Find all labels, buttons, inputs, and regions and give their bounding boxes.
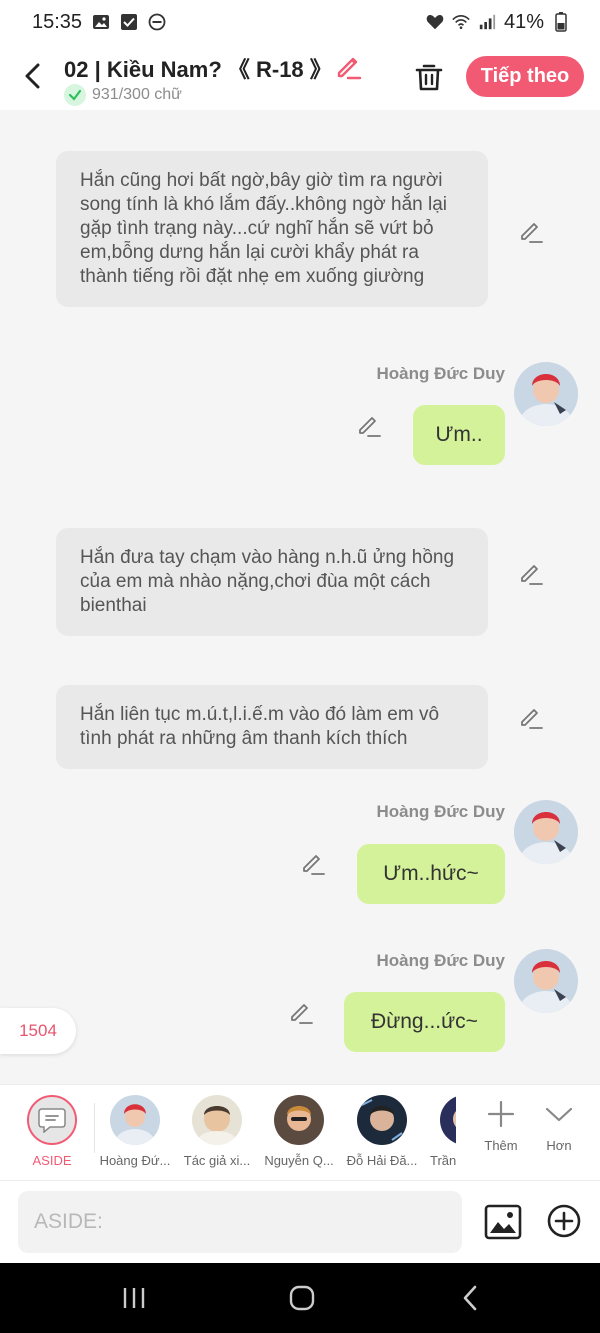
character-name: Nguyễn Q... bbox=[264, 1153, 334, 1168]
character-avatar bbox=[274, 1095, 324, 1145]
character-avatar bbox=[440, 1095, 456, 1145]
recent-apps-button[interactable] bbox=[114, 1283, 154, 1313]
input-bar bbox=[0, 1180, 600, 1263]
trash-icon bbox=[415, 64, 443, 91]
character-item[interactable]: Tác giả xi... bbox=[174, 1095, 260, 1168]
sender-name: Hoàng Đức Duy bbox=[376, 951, 506, 970]
narration-text: Hắn cũng hơi bất ngờ,bây giờ tìm ra ngườ… bbox=[80, 170, 448, 287]
character-item[interactable]: Hoàng Đứ... bbox=[92, 1095, 178, 1168]
delete-button[interactable] bbox=[412, 60, 446, 94]
dialogue-bubble[interactable]: Đừng...ức~ bbox=[344, 992, 505, 1052]
edit-pencil-icon[interactable] bbox=[356, 412, 382, 438]
page-title: 02 | Kiều Nam? 《 R-18 》 bbox=[64, 57, 332, 82]
edit-pencil-icon[interactable] bbox=[518, 704, 544, 730]
narration-text: Hắn đưa tay chạm vào hàng n.h.ũ ửng hồng… bbox=[80, 547, 455, 616]
wifi-icon bbox=[452, 13, 470, 31]
avatar[interactable] bbox=[514, 362, 578, 426]
status-bar: 15:35 41% bbox=[0, 0, 600, 44]
character-name: Đỗ Hải Đă... bbox=[346, 1153, 418, 1168]
battery-percent: 41% bbox=[503, 10, 544, 33]
system-back-button[interactable] bbox=[450, 1283, 490, 1313]
plus-icon bbox=[487, 1100, 515, 1128]
image-icon bbox=[484, 1204, 522, 1240]
edit-pencil-icon[interactable] bbox=[518, 560, 544, 586]
character-bar: ASIDE Hoàng Đứ... Tác giả xi... Nguyễn Q… bbox=[0, 1084, 600, 1180]
signal-icon bbox=[478, 13, 496, 31]
back-arrow-icon bbox=[463, 1285, 477, 1311]
back-button[interactable] bbox=[20, 60, 46, 92]
add-label: Thêm bbox=[484, 1138, 518, 1153]
chat-area[interactable]: Hắn cũng hơi bất ngờ,bây giờ tìm ra ngườ… bbox=[0, 110, 600, 1084]
next-button[interactable]: Tiếp theo bbox=[466, 56, 584, 97]
chat-bubble-icon bbox=[38, 1108, 66, 1133]
heart-icon bbox=[426, 13, 444, 31]
character-name: Hoàng Đứ... bbox=[99, 1153, 171, 1168]
aside-avatar bbox=[27, 1095, 77, 1145]
battery-icon bbox=[552, 12, 570, 32]
character-aside[interactable]: ASIDE bbox=[9, 1095, 95, 1168]
system-navigation-bar bbox=[0, 1263, 600, 1333]
chevron-left-icon bbox=[25, 63, 40, 89]
avatar[interactable] bbox=[514, 949, 578, 1013]
add-character-button[interactable]: Thêm bbox=[476, 1099, 526, 1153]
sender-name: Hoàng Đức Duy bbox=[376, 802, 506, 821]
word-count: 931/300 chữ bbox=[64, 84, 182, 106]
narration-message[interactable]: Hắn cũng hơi bất ngờ,bây giờ tìm ra ngườ… bbox=[56, 151, 488, 307]
character-item[interactable]: Trần bbox=[420, 1095, 456, 1168]
more-label: Hơn bbox=[546, 1138, 572, 1153]
dnd-icon bbox=[148, 13, 166, 31]
header: 02 | Kiều Nam? 《 R-18 》 931/300 chữ Tiếp… bbox=[0, 44, 600, 110]
word-count-text: 931/300 chữ bbox=[92, 86, 182, 103]
home-icon bbox=[289, 1285, 315, 1311]
home-button[interactable] bbox=[282, 1283, 322, 1313]
chevron-down-icon bbox=[545, 1107, 573, 1122]
more-button[interactable]: Hơn bbox=[534, 1099, 584, 1153]
word-counter-badge[interactable]: 1504 bbox=[0, 1008, 76, 1054]
edit-pencil-icon[interactable] bbox=[300, 850, 326, 876]
sender-name: Hoàng Đức Duy bbox=[376, 364, 506, 383]
character-item[interactable]: Đỗ Hải Đă... bbox=[339, 1095, 425, 1168]
character-avatar bbox=[357, 1095, 407, 1145]
narration-text: Hắn liên tục m.ú.t,l.i.ế.m vào đó làm em… bbox=[80, 704, 440, 749]
character-avatar bbox=[110, 1095, 160, 1145]
check-icon bbox=[64, 84, 86, 106]
edit-pencil-icon[interactable] bbox=[518, 218, 544, 244]
character-item[interactable]: Nguyễn Q... bbox=[256, 1095, 342, 1168]
insert-image-button[interactable] bbox=[484, 1203, 522, 1241]
add-button[interactable] bbox=[546, 1203, 582, 1239]
dialogue-bubble[interactable]: Ưm..hức~ bbox=[357, 844, 505, 904]
plus-circle-icon bbox=[547, 1204, 581, 1238]
narration-message[interactable]: Hắn liên tục m.ú.t,l.i.ế.m vào đó làm em… bbox=[56, 685, 488, 769]
gallery-icon bbox=[92, 13, 110, 31]
character-name: Tác giả xi... bbox=[183, 1153, 251, 1168]
status-time: 15:35 bbox=[32, 10, 83, 33]
narration-message[interactable]: Hắn đưa tay chạm vào hàng n.h.ũ ửng hồng… bbox=[56, 528, 488, 636]
character-avatar bbox=[192, 1095, 242, 1145]
dialogue-bubble[interactable]: Ưm.. bbox=[413, 405, 505, 465]
recent-apps-icon bbox=[123, 1288, 145, 1308]
character-name: ASIDE bbox=[32, 1153, 72, 1168]
edit-title-icon[interactable] bbox=[334, 52, 362, 80]
edit-pencil-icon[interactable] bbox=[288, 999, 314, 1025]
checkbox-icon bbox=[120, 13, 138, 31]
avatar[interactable] bbox=[514, 800, 578, 864]
message-input[interactable] bbox=[18, 1191, 462, 1253]
character-name: Trần bbox=[430, 1153, 456, 1168]
